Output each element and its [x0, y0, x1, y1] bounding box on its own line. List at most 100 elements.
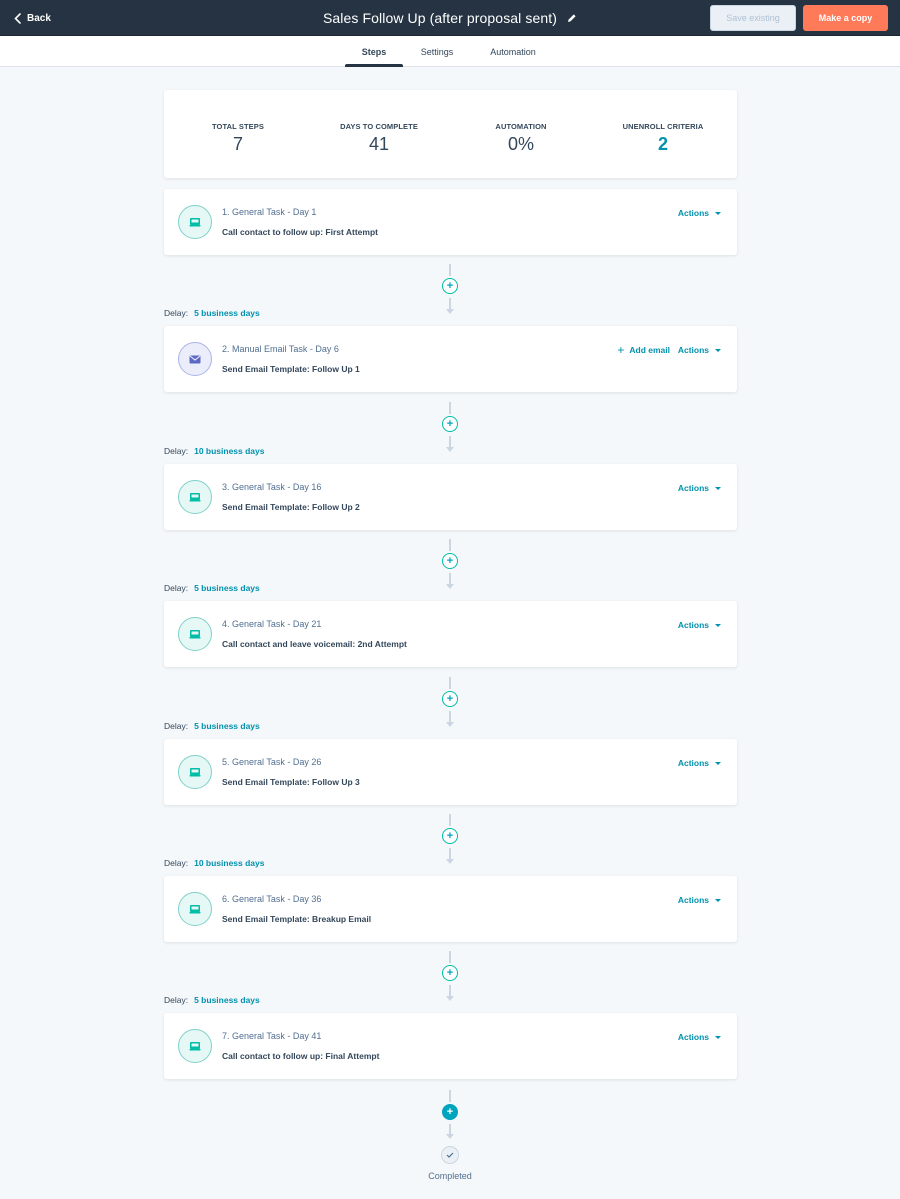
delay-value[interactable]: 5 business days: [194, 583, 260, 593]
pencil-icon[interactable]: [567, 13, 577, 23]
caret-down-icon: [715, 623, 721, 627]
actions-label: Actions: [677, 1032, 709, 1042]
step-connector: +: [440, 264, 460, 324]
delay-label: Delay:: [164, 995, 189, 1005]
step-card[interactable]: 4. General Task - Day 21 Call contact and…: [164, 601, 737, 667]
actions-dropdown[interactable]: Actions: [678, 1032, 721, 1042]
unenroll-criteria-link[interactable]: 2: [593, 134, 733, 155]
tab-bar: Steps Settings Automation: [0, 36, 900, 67]
arrow-down-icon: [446, 859, 454, 864]
connector-line: [449, 677, 451, 689]
step-card[interactable]: 7. General Task - Day 41 Call contact to …: [164, 1013, 737, 1079]
delay-label: Delay:: [164, 583, 189, 593]
delay-value[interactable]: 10 business days: [194, 446, 264, 456]
delay-value[interactable]: 10 business days: [194, 858, 264, 868]
step-card[interactable]: 3. General Task - Day 16 Send Email Templ…: [164, 464, 737, 530]
final-connector: +: [440, 1090, 460, 1150]
step-connector: +: [440, 814, 460, 874]
connector-line: [449, 1124, 451, 1134]
tab-automation[interactable]: Automation: [480, 36, 546, 67]
delay-row: Delay: 5 business days: [164, 995, 260, 1005]
stat-unenroll-criteria[interactable]: UNENROLL CRITERIA 2: [593, 122, 733, 155]
step-card[interactable]: 1. General Task - Day 1 Call contact to f…: [164, 189, 737, 255]
caret-down-icon: [715, 761, 721, 765]
completed-check-icon: [441, 1146, 459, 1164]
general-task-icon: [178, 617, 212, 651]
stat-value: 7: [232, 134, 243, 154]
step-title: Send Email Template: Follow Up 1: [222, 364, 360, 374]
tab-steps[interactable]: Steps: [345, 36, 403, 67]
step-card[interactable]: 5. General Task - Day 26 Send Email Templ…: [164, 739, 737, 805]
arrow-down-icon: [446, 996, 454, 1001]
actions-dropdown[interactable]: Actions: [678, 758, 721, 768]
arrow-down-icon: [446, 309, 454, 314]
step-subtitle: 4. General Task - Day 21: [222, 619, 322, 629]
step-title: Send Email Template: Breakup Email: [222, 914, 372, 924]
actions-label: Actions: [677, 345, 709, 355]
general-task-icon: [178, 892, 212, 926]
delay-value[interactable]: 5 business days: [194, 721, 260, 731]
stat-automation: AUTOMATION 0%: [451, 122, 591, 155]
top-bar: Back Sales Follow Up (after proposal sen…: [0, 0, 900, 36]
delay-row: Delay: 10 business days: [164, 858, 265, 868]
step-subtitle: 5. General Task - Day 26: [222, 757, 322, 767]
actions-dropdown[interactable]: Actions: [678, 620, 721, 630]
add-step-button[interactable]: +: [442, 1104, 458, 1120]
arrow-down-icon: [446, 1134, 454, 1139]
add-step-button[interactable]: +: [442, 278, 458, 294]
stat-label: AUTOMATION: [495, 122, 547, 131]
step-subtitle: 7. General Task - Day 41: [222, 1031, 322, 1041]
connector-line: [449, 951, 451, 963]
connector-line: [449, 539, 451, 551]
step-card[interactable]: 6. General Task - Day 36 Send Email Templ…: [164, 876, 737, 942]
delay-value[interactable]: 5 business days: [194, 995, 260, 1005]
add-step-button[interactable]: +: [442, 691, 458, 707]
actions-label: Actions: [677, 758, 709, 768]
delay-label: Delay:: [164, 721, 189, 731]
caret-down-icon: [715, 486, 721, 490]
delay-label: Delay:: [164, 308, 189, 318]
general-task-icon: [178, 205, 212, 239]
step-card[interactable]: 2. Manual Email Task - Day 6 Send Email T…: [164, 326, 737, 392]
stat-label: UNENROLL CRITERIA: [622, 122, 704, 131]
add-step-button[interactable]: +: [442, 828, 458, 844]
stat-value: 41: [368, 134, 390, 154]
delay-label: Delay:: [164, 446, 189, 456]
actions-dropdown[interactable]: Actions: [678, 345, 721, 355]
delay-row: Delay: 5 business days: [164, 721, 260, 731]
connector-line: [449, 402, 451, 414]
actions-label: Actions: [677, 620, 709, 630]
add-step-button[interactable]: +: [442, 553, 458, 569]
make-a-copy-button[interactable]: Make a copy: [803, 5, 888, 31]
step-title: Call contact and leave voicemail: 2nd At…: [222, 639, 407, 649]
actions-label: Actions: [677, 483, 709, 493]
tab-settings[interactable]: Settings: [410, 36, 464, 67]
page-title: Sales Follow Up (after proposal sent): [322, 10, 558, 26]
step-connector: +: [440, 951, 460, 1011]
actions-dropdown[interactable]: Actions: [678, 895, 721, 905]
step-connector: +: [440, 677, 460, 737]
delay-row: Delay: 10 business days: [164, 446, 265, 456]
add-email-button[interactable]: + Add email: [617, 343, 670, 357]
step-title: Call contact to follow up: Final Attempt: [222, 1051, 380, 1061]
step-title: Send Email Template: Follow Up 3: [222, 777, 360, 787]
general-task-icon: [178, 755, 212, 789]
back-button[interactable]: Back: [14, 0, 51, 36]
completed-label: Completed: [428, 1171, 472, 1181]
actions-dropdown[interactable]: Actions: [678, 483, 721, 493]
chevron-left-icon: [14, 12, 21, 24]
add-step-button[interactable]: +: [442, 416, 458, 432]
add-step-button[interactable]: +: [442, 965, 458, 981]
summary-card: TOTAL STEPS 7 DAYS TO COMPLETE 41 AUTOMA…: [164, 90, 737, 178]
add-email-label: Add email: [629, 345, 670, 355]
delay-value[interactable]: 5 business days: [194, 308, 260, 318]
caret-down-icon: [715, 348, 721, 352]
actions-dropdown[interactable]: Actions: [678, 208, 721, 218]
arrow-down-icon: [446, 722, 454, 727]
caret-down-icon: [715, 898, 721, 902]
delay-row: Delay: 5 business days: [164, 308, 260, 318]
save-existing-button[interactable]: Save existing: [710, 5, 796, 31]
delay-row: Delay: 5 business days: [164, 583, 260, 593]
plus-icon: +: [617, 343, 625, 357]
step-connector: +: [440, 539, 460, 599]
